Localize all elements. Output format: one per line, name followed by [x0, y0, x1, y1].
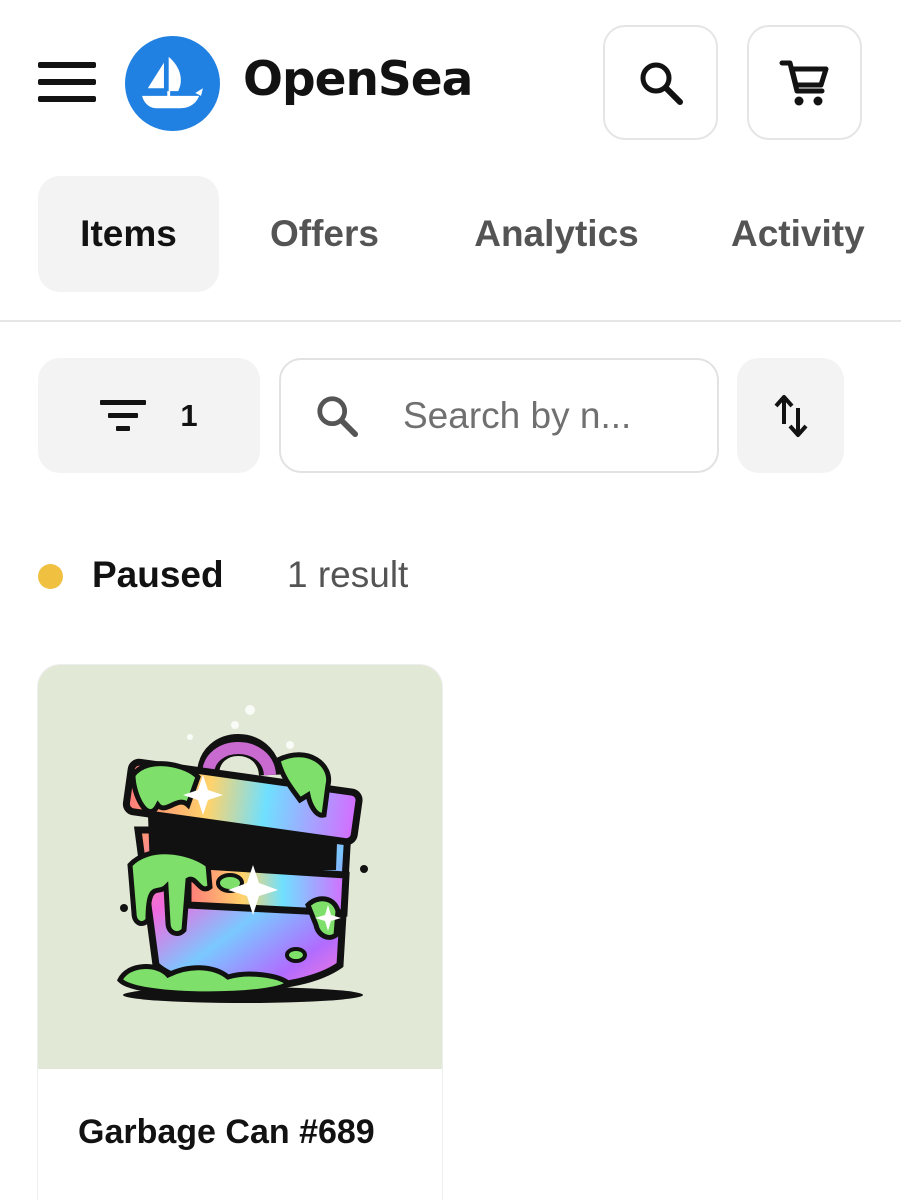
brand-name[interactable]: OpenSea [243, 52, 473, 107]
result-count: 1 result [287, 554, 409, 595]
status-label: Paused [92, 554, 224, 595]
status-dot [38, 564, 63, 589]
filter-count-badge: 1 [180, 397, 198, 433]
search-input[interactable] [403, 394, 683, 437]
search-button[interactable] [603, 25, 718, 140]
top-header: OpenSea [0, 0, 901, 165]
tab-items[interactable]: Items [38, 176, 219, 292]
sort-button[interactable] [737, 358, 844, 473]
tab-bar: Items Offers Analytics Activity [0, 176, 901, 292]
cart-button[interactable] [747, 25, 862, 140]
cart-icon [779, 60, 828, 105]
opensea-logo-icon[interactable] [125, 36, 220, 131]
search-icon [317, 395, 359, 437]
search-icon [640, 62, 683, 105]
page: OpenSea Items Offers Analytics Activity [0, 0, 901, 1200]
garbage-can-nft-image [117, 705, 368, 1003]
tab-analytics[interactable]: Analytics [454, 176, 659, 292]
tab-divider [0, 320, 901, 322]
filter-lines-icon [100, 399, 147, 431]
search-field[interactable] [279, 358, 719, 473]
sort-arrows-icon [774, 394, 807, 437]
nft-card-image[interactable] [38, 665, 442, 1069]
tab-offers[interactable]: Offers [252, 176, 397, 292]
filter-button[interactable]: 1 [38, 358, 260, 473]
tab-activity[interactable]: Activity [716, 176, 901, 292]
nft-card-title[interactable]: Garbage Can #689 [78, 1113, 375, 1152]
nft-card[interactable]: Garbage Can #689 [38, 665, 442, 1200]
hamburger-menu-icon[interactable] [38, 60, 98, 104]
